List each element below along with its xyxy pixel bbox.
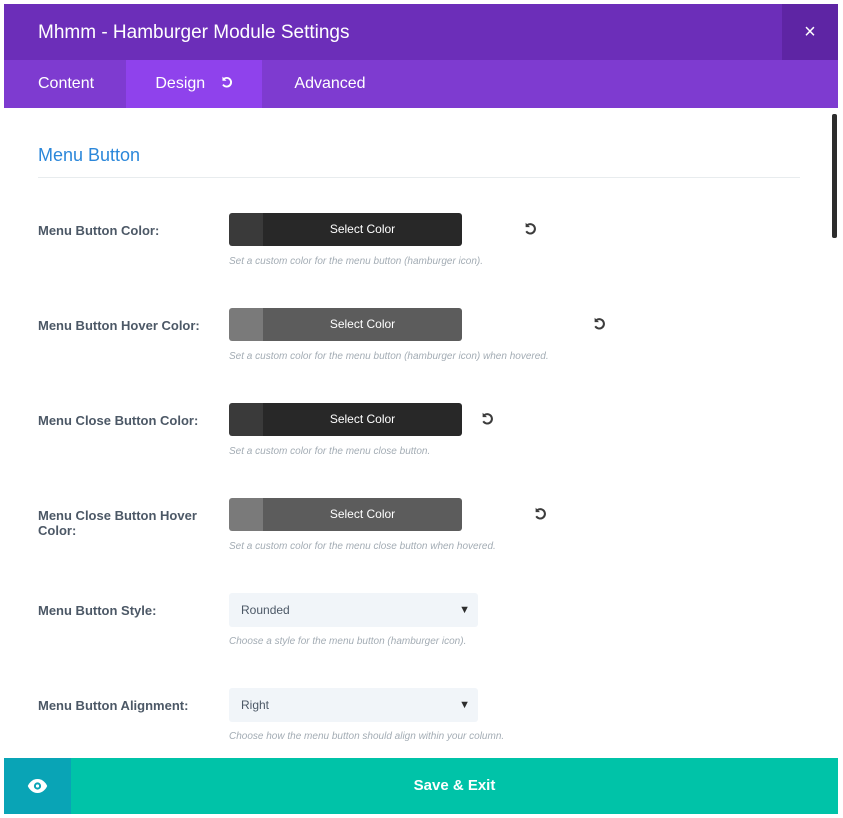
tab-label: Design [155,75,206,93]
tab-bar: Content Design Advanced [4,60,838,108]
tab-content[interactable]: Content [4,60,126,108]
reset-icon[interactable] [592,316,608,332]
reset-icon[interactable] [220,60,233,108]
menu-close-button-hover-color-description: Set a custom color for the menu close bu… [229,541,496,552]
close-button[interactable]: × [782,4,838,60]
select-color-button: Select Color [263,213,462,246]
menu-close-button-hover-color-label: Menu Close Button Hover Color: [38,508,197,538]
menu-button-color-description: Set a custom color for the menu button (… [229,256,484,267]
section-divider [38,177,800,178]
modal-header: Mhmm - Hamburger Module Settings × [4,4,838,60]
menu-button-color-label: Menu Button Color: [38,223,160,238]
menu-button-style-label: Menu Button Style: [38,603,157,618]
close-icon: × [804,21,816,43]
select-value: Right [241,698,270,712]
color-swatch [229,498,263,531]
save-exit-button[interactable]: Save & Exit [71,758,838,814]
select-value: Rounded [241,603,290,617]
select-color-button: Select Color [263,308,462,341]
module-settings-modal: Mhmm - Hamburger Module Settings × Conte… [4,4,838,814]
modal-title: Mhmm - Hamburger Module Settings [38,22,350,43]
reset-icon[interactable] [480,411,496,427]
menu-close-button-color-picker[interactable]: Select Color [229,403,462,436]
scrollbar[interactable] [832,114,837,238]
menu-button-alignment-label: Menu Button Alignment: [38,698,189,713]
caret-down-icon: ▼ [459,699,470,711]
section-title: Menu Button [38,145,141,165]
menu-close-button-color-label: Menu Close Button Color: [38,413,199,428]
color-swatch [229,308,263,341]
select-color-button: Select Color [263,403,462,436]
menu-button-style-description: Choose a style for the menu button (hamb… [229,636,467,647]
modal-footer: Save & Exit [4,758,838,814]
reset-icon[interactable] [523,221,539,237]
color-swatch [229,403,263,436]
menu-close-button-hover-color-picker[interactable]: Select Color [229,498,462,531]
menu-button-style-select[interactable]: Rounded ▼ [229,593,478,627]
eye-icon [27,779,48,793]
preview-button[interactable] [4,758,71,814]
menu-button-hover-color-label: Menu Button Hover Color: [38,318,200,333]
tab-label: Advanced [294,75,366,92]
reset-icon[interactable] [533,506,549,522]
menu-button-alignment-select[interactable]: Right ▼ [229,688,478,722]
color-swatch [229,213,263,246]
menu-button-color-picker[interactable]: Select Color [229,213,462,246]
tab-label: Content [38,75,95,92]
settings-content: Menu Button Menu Button Color: Select Co… [4,108,838,758]
menu-button-hover-color-picker[interactable]: Select Color [229,308,462,341]
menu-button-hover-color-description: Set a custom color for the menu button (… [229,351,549,362]
menu-button-alignment-description: Choose how the menu button should align … [229,731,505,742]
select-color-button: Select Color [263,498,462,531]
tab-design[interactable]: Design [126,60,262,108]
caret-down-icon: ▼ [459,604,470,616]
tab-advanced[interactable]: Advanced [262,60,398,108]
menu-close-button-color-description: Set a custom color for the menu close bu… [229,446,431,457]
